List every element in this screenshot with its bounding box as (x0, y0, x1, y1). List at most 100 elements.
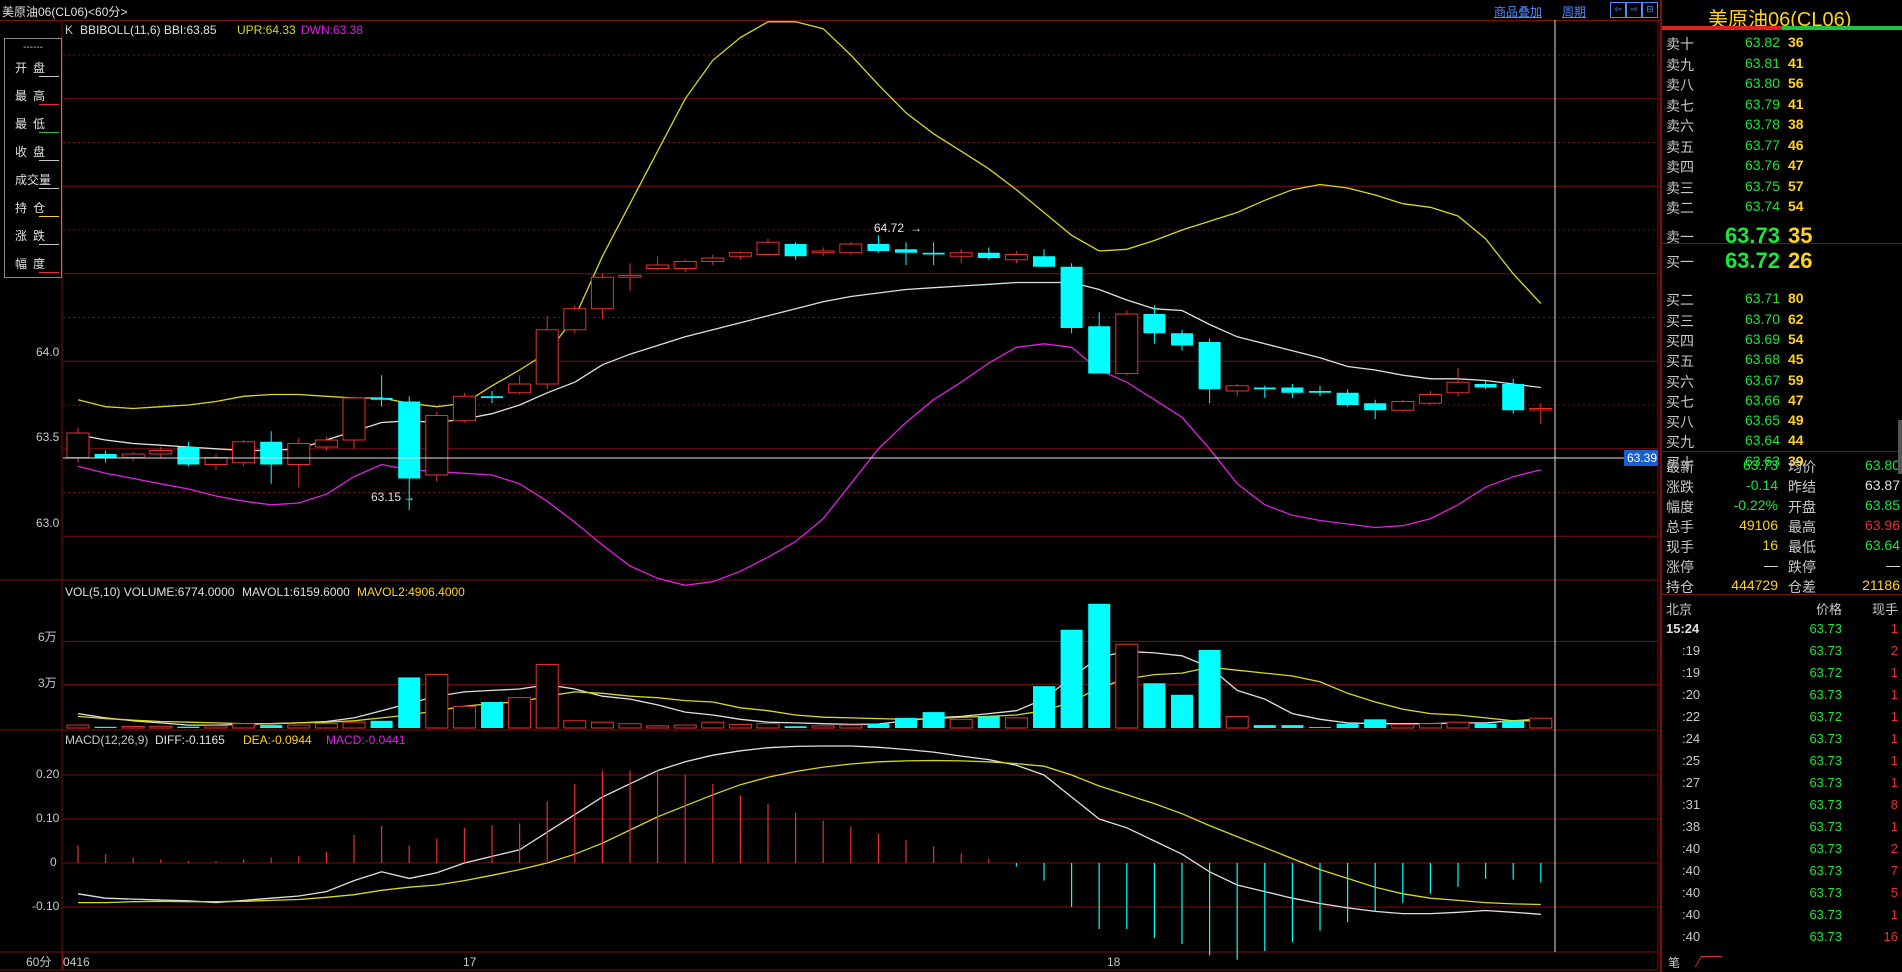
stat-cell: 开盘 63.85 (1788, 497, 1900, 515)
candle-body-down (481, 396, 503, 398)
candle-body-up (314, 439, 338, 448)
ask-row[interactable]: 卖二 63.74 54 (1662, 196, 1902, 216)
tick-row: :31 63.73 8 (1682, 797, 1898, 812)
stat-cell: 涨停 — (1666, 557, 1778, 575)
volume-bar-down (177, 726, 200, 728)
bid-row[interactable]: 买一 63.72 26 (1662, 248, 1902, 273)
volume-bar-down (1474, 723, 1497, 728)
tick-row: :19 63.73 2 (1682, 643, 1898, 658)
tick-row: :22 63.72 1 (1682, 709, 1898, 724)
volume-bar-up (756, 723, 780, 729)
legend-swatch (39, 104, 59, 105)
ask-row[interactable]: 卖九 63.81 41 (1662, 53, 1902, 73)
xaxis-label-17: 17 (463, 955, 477, 969)
tick-row: :38 63.73 1 (1682, 819, 1898, 834)
candles (66, 235, 1553, 510)
bid-row[interactable]: 买三 63.70 62 (1662, 309, 1902, 329)
macd-ytick-010: 0.10 (36, 811, 60, 825)
candle-body-up (673, 261, 697, 269)
macd-bars (77, 770, 1542, 960)
candle-body-up (1004, 254, 1028, 261)
candle-body-up (1391, 401, 1415, 411)
macd-value-label: MACD:-0.0441 (326, 733, 406, 747)
ticks-separator (1662, 594, 1902, 595)
tick-tab[interactable]: 笔 (1668, 954, 1680, 971)
volume-bar-down (867, 723, 890, 728)
candle-body-down (1198, 342, 1221, 390)
grid-lines (63, 54, 1658, 908)
bid-row[interactable]: 买九 63.64 44 (1662, 430, 1902, 450)
ask-row[interactable]: 卖一 63.73 35 (1662, 223, 1902, 248)
candle-body-down (784, 244, 807, 257)
period-button[interactable]: 周期 (1562, 3, 1586, 20)
bid-row[interactable]: 买六 63.67 59 (1662, 370, 1902, 390)
bid-row[interactable]: 买八 63.65 49 (1662, 410, 1902, 430)
candle-body-down (260, 441, 283, 465)
legend-row-volume: 成交量 (5, 163, 61, 191)
ask-row[interactable]: 卖四 63.76 47 (1662, 155, 1902, 175)
stat-cell: 昨结 63.87 (1788, 477, 1900, 495)
bid-row[interactable]: 买四 63.69 54 (1662, 329, 1902, 349)
candle-body-up (342, 397, 366, 441)
volume-bar-up (287, 724, 311, 729)
stat-cell: 最低 63.64 (1788, 537, 1900, 555)
ask-row[interactable]: 卖八 63.80 56 (1662, 73, 1902, 93)
bid-row[interactable]: 买五 63.68 45 (1662, 349, 1902, 369)
candle-body-up (66, 432, 90, 458)
bid-row[interactable]: 买七 63.66 47 (1662, 390, 1902, 410)
candle-body-up (590, 276, 614, 310)
vol-label: VOL(5,10) VOLUME:6774.0000 (65, 585, 235, 599)
candle-body-down (1474, 384, 1497, 388)
ask-row[interactable]: 卖三 63.75 57 (1662, 176, 1902, 196)
volume-bar-down (1309, 727, 1331, 728)
stat-cell: 持仓 444729 (1666, 577, 1778, 595)
volume-bar-up (701, 721, 725, 729)
tick-row: :27 63.73 1 (1682, 775, 1898, 790)
tick-row: :40 63.73 16 (1682, 929, 1898, 944)
diff-label: DIFF:-0.1165 (155, 733, 225, 747)
legend-swatch (39, 244, 59, 245)
volume-bar-down (1033, 686, 1055, 728)
volume-bar-down (1336, 723, 1359, 728)
window-toggle-icon[interactable]: ⊟ (1642, 2, 1658, 18)
data-legend-box[interactable]: ------ 开盘 最高 最低 收盘 成交量 持仓 涨跌 幅度 (4, 38, 62, 278)
candle-body-down (94, 454, 117, 458)
macd-head-label: MACD(12,26,9) (65, 733, 148, 747)
ask-row[interactable]: 卖五 63.77 46 (1662, 135, 1902, 155)
annot-high-price: 64.72 (874, 221, 904, 235)
ask-row[interactable]: 卖十 63.82 36 (1662, 32, 1902, 52)
ytick-63-0: 63.0 (36, 516, 60, 530)
volume-bar-up (1004, 717, 1028, 729)
dea-line (78, 759, 1541, 906)
annot-low-price: 63.15 (371, 490, 401, 504)
scroll-left-icon[interactable]: ⇦ (1610, 2, 1626, 18)
mavol2-line (77, 666, 1541, 725)
candle-body-down (1171, 333, 1193, 346)
candle-body-up (1225, 385, 1249, 392)
upr-line (77, 21, 1542, 410)
scroll-right-icon[interactable]: ⇨ (1626, 2, 1642, 18)
volume-bar-down (1060, 629, 1083, 728)
diff-line (77, 745, 1541, 915)
candle-body-down (1336, 392, 1359, 405)
candle-body-down (1060, 266, 1083, 328)
volume-bar-up (508, 697, 532, 729)
volume-bars (66, 603, 1553, 729)
panel-scrollbar[interactable] (1898, 420, 1902, 474)
book-separator (1662, 243, 1902, 244)
overlay-button[interactable]: 商品叠加 (1494, 3, 1542, 20)
tick-row: :25 63.73 1 (1682, 753, 1898, 768)
candle-body-up (756, 241, 780, 255)
candle-body-down (398, 401, 421, 479)
volume-bar-down (922, 712, 945, 728)
volume-bar-up (342, 721, 366, 729)
volume-bar-up (204, 725, 228, 729)
ask-row[interactable]: 卖六 63.78 38 (1662, 114, 1902, 134)
candle-body-up (232, 441, 256, 464)
bid-row[interactable]: 买二 63.71 80 (1662, 288, 1902, 308)
kline-chart[interactable]: K BBIBOLL(11,6) BBI:63.85 UPR:64.33 DWN:… (0, 20, 1660, 972)
ask-row[interactable]: 卖七 63.79 41 (1662, 94, 1902, 114)
volume-bar-down (1253, 725, 1276, 728)
volume-bar-down (370, 720, 393, 728)
legend-swatch (39, 216, 59, 217)
